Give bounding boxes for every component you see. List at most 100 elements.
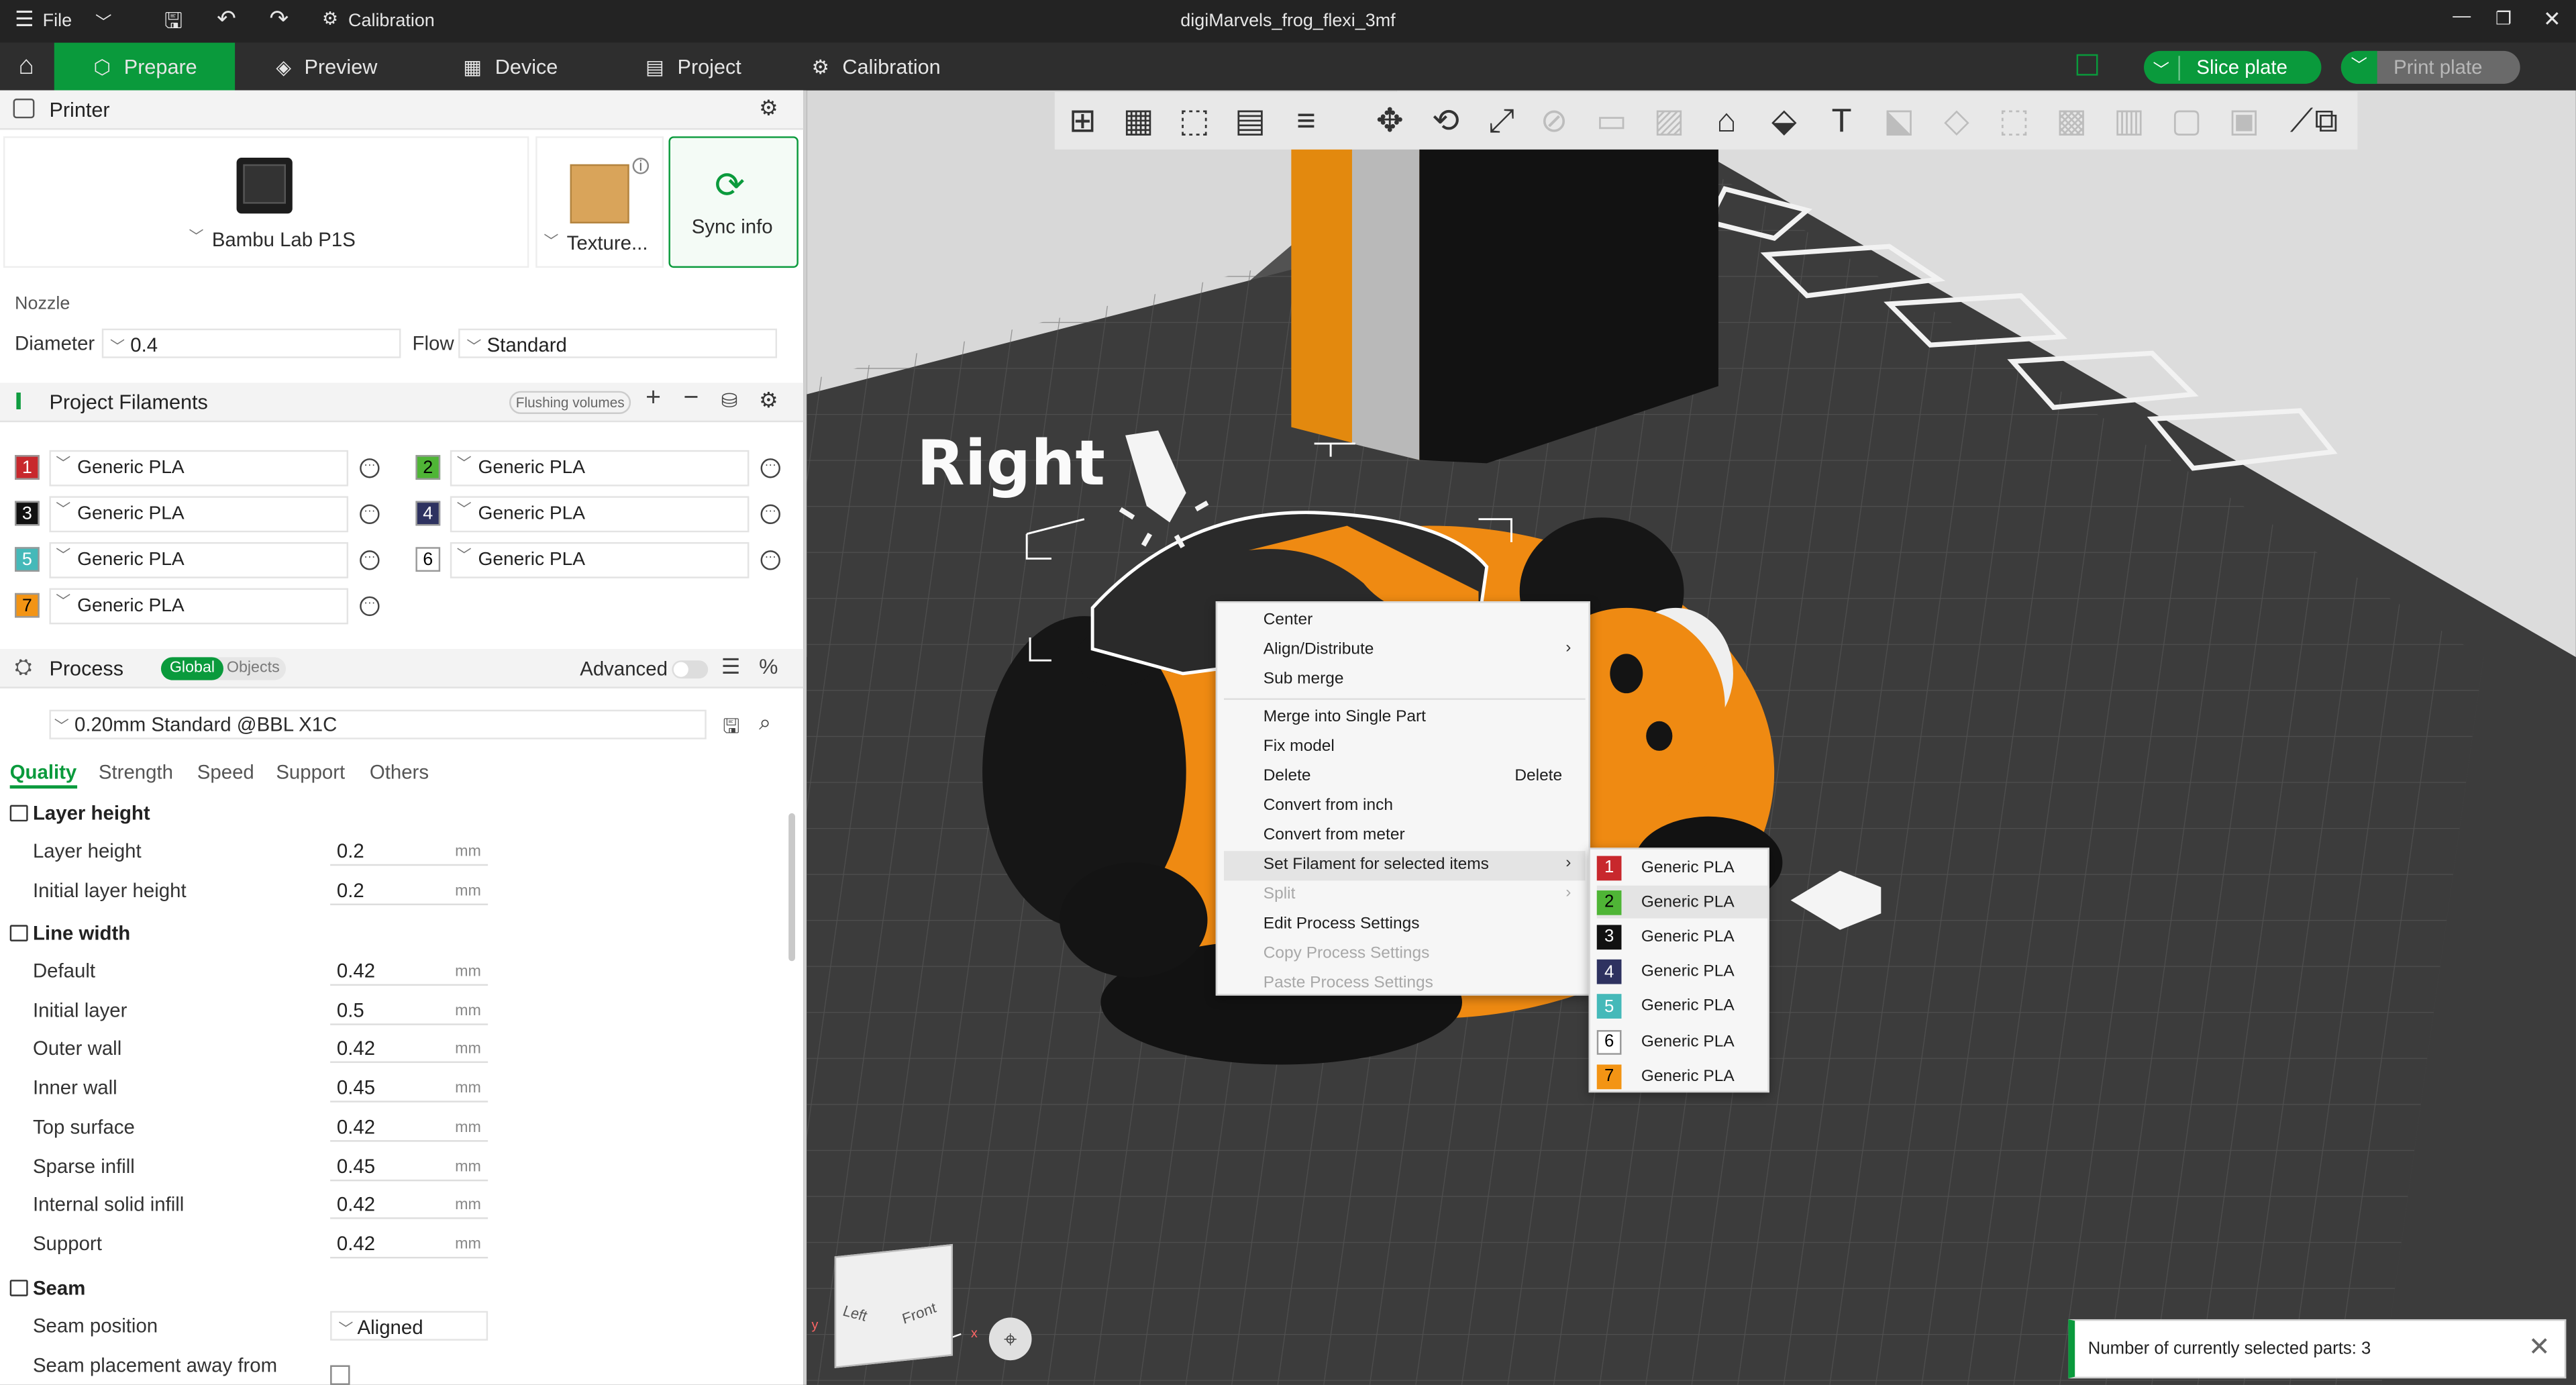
boolean-icon[interactable]: ⬚	[1991, 100, 2037, 143]
print-plate-button[interactable]: ﹀ Print plate	[2340, 50, 2520, 84]
arrange-grid-icon[interactable]: ▦	[1115, 100, 1162, 143]
submenu-filament-item[interactable]: 1 Generic PLA	[1596, 851, 1768, 884]
measure-plate-icon[interactable]: ⬕	[1876, 100, 1922, 143]
move-icon[interactable]: ✥	[1367, 100, 1413, 143]
filament-sync-icon[interactable]: ⛁	[721, 389, 738, 412]
variable-layer-icon[interactable]: ▥	[2106, 100, 2153, 143]
submenu-filament-item[interactable]: 5 Generic PLA	[1596, 990, 1768, 1023]
global-objects-toggle[interactable]: Global Objects	[160, 657, 287, 680]
settings-scrollbar[interactable]	[788, 813, 795, 962]
advanced-toggle[interactable]	[672, 660, 709, 679]
filament-select[interactable]: Generic PLA	[450, 493, 750, 533]
cut-icon[interactable]: ⊘	[1531, 100, 1578, 143]
cube-front-face[interactable]: Front	[900, 1299, 938, 1327]
filament-options-icon[interactable]: ···	[360, 596, 380, 617]
save-icon[interactable]: 🖫	[164, 7, 183, 43]
flushing-volumes-button[interactable]: Flushing volumes	[509, 391, 631, 414]
diameter-select[interactable]: ﹀ 0.4	[101, 328, 401, 358]
submenu-filament-item[interactable]: 3 Generic PLA	[1596, 921, 1768, 954]
add-object-icon[interactable]: ⊞	[1060, 100, 1106, 143]
seam-away-checkbox[interactable]	[330, 1365, 350, 1385]
undo-icon[interactable]: ↶	[217, 5, 236, 33]
color-paint-icon[interactable]: ⬙	[1761, 100, 1808, 143]
plate-card[interactable]: i ﹀ Texture...	[535, 136, 664, 268]
context-menu-item[interactable]: Paste Process Settings	[1264, 974, 1433, 992]
remove-filament-icon[interactable]: −	[683, 384, 699, 414]
filament-select[interactable]: Generic PLA	[450, 447, 750, 486]
context-menu-item[interactable]: Convert from inch	[1264, 797, 1393, 815]
fit-view-icon[interactable]: ⌖	[988, 1317, 1032, 1361]
tab-preview[interactable]: ◈ Preview	[276, 43, 377, 91]
redo-icon[interactable]: ↷	[270, 5, 289, 33]
file-menu[interactable]: File	[43, 11, 72, 31]
printer-card[interactable]: ﹀ Bambu Lab P1S	[3, 136, 529, 268]
filament-select[interactable]: Generic PLA	[450, 539, 750, 578]
support-paint-icon[interactable]: ▭	[1589, 100, 1635, 143]
hamburger-icon[interactable]: ☰	[15, 7, 34, 33]
filament-number-badge[interactable]: 2	[415, 455, 441, 480]
context-menu-item[interactable]: Convert from meter	[1264, 826, 1405, 844]
tab-prepare[interactable]: ⬡ Prepare	[54, 42, 236, 91]
plate-layout-icon[interactable]: ▤	[1227, 100, 1274, 143]
objects-option[interactable]: Objects	[227, 659, 280, 677]
minimize-icon[interactable]: —	[2453, 7, 2471, 26]
submenu-filament-item[interactable]: 7 Generic PLA	[1596, 1060, 1768, 1093]
search-icon[interactable]: ⌕	[759, 710, 771, 736]
process-tab-speed[interactable]: Speed	[197, 761, 254, 784]
emboss-icon[interactable]: ⌂	[1704, 100, 1750, 143]
plate-icon[interactable]	[2076, 54, 2098, 76]
global-option[interactable]: Global	[160, 657, 223, 680]
gear-icon[interactable]: ⚙	[759, 388, 778, 414]
slice-icon[interactable]: ▢	[2163, 100, 2210, 143]
submenu-filament-item[interactable]: 4 Generic PLA	[1596, 956, 1768, 988]
tab-device[interactable]: ▦ Device	[463, 43, 558, 91]
filament-number-badge[interactable]: 4	[415, 501, 441, 526]
context-menu-item[interactable]: Set Filament for selected items	[1264, 856, 1489, 874]
view-cube[interactable]: Left Front	[834, 1243, 954, 1368]
compare-icon[interactable]: %	[759, 654, 778, 678]
context-menu-item[interactable]: Merge into Single Part	[1264, 708, 1426, 726]
process-tab-strength[interactable]: Strength	[99, 761, 173, 784]
add-filament-icon[interactable]: +	[646, 384, 661, 414]
filament-select[interactable]: Generic PLA	[49, 447, 349, 486]
context-menu-item[interactable]: Fix model	[1264, 737, 1335, 756]
save-preset-icon[interactable]: 🖫	[723, 711, 739, 746]
filament-select[interactable]: Generic PLA	[49, 493, 349, 533]
context-menu-item[interactable]: Edit Process Settings	[1264, 915, 1420, 933]
process-tab-support[interactable]: Support	[276, 761, 345, 784]
fit-icon[interactable]: ▩	[2049, 100, 2095, 143]
assembly-icon[interactable]: ◇	[1934, 100, 1980, 143]
context-menu-item[interactable]: Delete	[1264, 767, 1311, 785]
slice-plate-button[interactable]: ﹀ Slice plate	[2144, 50, 2322, 84]
text-icon[interactable]: T	[1818, 100, 1865, 143]
calibration-menu[interactable]: Calibration	[348, 11, 435, 31]
filament-number-badge[interactable]: 5	[15, 547, 40, 572]
chevron-down-icon[interactable]: ﹀	[95, 8, 111, 33]
flow-select[interactable]: ﹀ Standard	[458, 328, 778, 358]
sync-info-button[interactable]: ⟳ Sync info	[668, 136, 798, 268]
rotate-icon[interactable]: ⟲	[1423, 100, 1469, 143]
filament-select[interactable]: Generic PLA	[49, 585, 349, 625]
process-tab-others[interactable]: Others	[370, 761, 429, 784]
filament-options-icon[interactable]: ···	[360, 458, 380, 478]
info-icon[interactable]: i	[632, 158, 650, 174]
context-menu-item[interactable]: Copy Process Settings	[1264, 945, 1430, 963]
filament-options-icon[interactable]: ···	[760, 458, 780, 478]
restore-icon[interactable]: ❐	[2495, 8, 2512, 30]
seam-paint-icon[interactable]: ▨	[1646, 100, 1692, 143]
split-view-icon[interactable]: ⧉	[2304, 100, 2350, 143]
filament-select[interactable]: Generic PLA	[49, 539, 349, 578]
submenu-filament-item[interactable]: 2 Generic PLA	[1596, 886, 1768, 919]
submenu-filament-item[interactable]: 6 Generic PLA	[1596, 1025, 1768, 1058]
tab-calibration[interactable]: ⚙ Calibration	[811, 43, 940, 91]
auto-orient-icon[interactable]: ⬚	[1172, 100, 1218, 143]
process-tab-quality[interactable]: Quality	[9, 761, 77, 789]
process-preset-select[interactable]: ﹀ 0.20mm Standard @BBL X1C	[49, 709, 707, 739]
preview-icon[interactable]: ▣	[2221, 100, 2267, 143]
filament-number-badge[interactable]: 6	[415, 547, 441, 572]
filament-options-icon[interactable]: ···	[360, 504, 380, 525]
context-menu-item[interactable]: Sub merge	[1264, 670, 1344, 688]
layers-icon[interactable]: ≡	[1283, 100, 1329, 143]
seam-position-select[interactable]: ﹀ Aligned	[330, 1311, 488, 1341]
filament-options-icon[interactable]: ···	[360, 550, 380, 570]
